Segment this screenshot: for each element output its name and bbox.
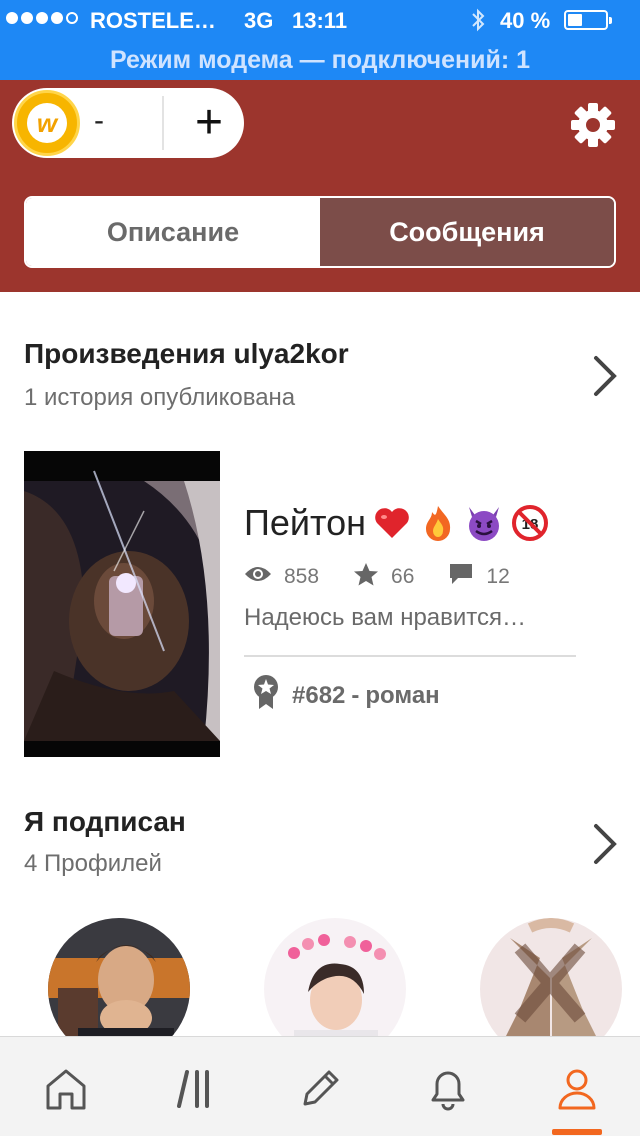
ranking-badge-icon	[252, 674, 280, 717]
story-title-row[interactable]: Пейтон 18	[244, 502, 550, 544]
smiling-imp-icon	[464, 503, 504, 543]
profile-tabs: Описание Сообщения	[24, 196, 616, 268]
story-divider	[244, 655, 576, 657]
coins-pill[interactable]: w - +	[12, 88, 244, 158]
home-icon[interactable]	[38, 1061, 94, 1117]
hotspot-banner[interactable]: Режим модема — подключений: 1	[0, 40, 640, 80]
battery-percent: 40 %	[500, 8, 551, 33]
votes-stat: 66	[353, 562, 414, 592]
pill-divider	[162, 96, 164, 150]
comment-icon	[448, 562, 486, 592]
no-under-eighteen-icon: 18	[510, 503, 550, 543]
tab-messages[interactable]: Сообщения	[320, 198, 614, 266]
rank-genre: роман	[365, 681, 440, 709]
coin-count: -	[94, 104, 104, 137]
pencil-icon[interactable]	[292, 1061, 348, 1117]
network-type: 3G	[244, 8, 274, 33]
signal-strength-icon	[6, 12, 78, 24]
chevron-right-icon[interactable]	[590, 820, 620, 868]
comments-stat: 12	[448, 562, 510, 592]
story-description: Надеюсь вам нравится…	[244, 604, 527, 631]
tab-description[interactable]: Описание	[26, 198, 320, 266]
status-time: 13:11	[292, 8, 348, 33]
bluetooth-icon	[470, 8, 486, 38]
rank-separator: -	[351, 681, 360, 709]
carrier-name: ROSTELE…	[90, 8, 216, 33]
story-cover-image[interactable]	[24, 451, 220, 757]
story-rank[interactable]: #682 - роман	[252, 674, 440, 717]
status-bar: ROSTELE… 3G 13:11 40 %	[0, 0, 640, 40]
works-count: 1 история опубликована	[24, 384, 296, 411]
bottom-tab-bar	[0, 1036, 640, 1136]
bell-icon[interactable]	[420, 1061, 476, 1117]
views-count: 858	[284, 565, 320, 588]
story-title: Пейтон	[244, 502, 366, 543]
gear-icon[interactable]	[568, 100, 618, 150]
battery-level-fill	[568, 14, 582, 26]
fire-icon	[418, 503, 458, 543]
comments-count: 12	[486, 565, 510, 588]
star-icon	[353, 562, 391, 592]
red-heart-icon	[372, 503, 412, 543]
story-stats: 858 66 12	[244, 562, 544, 592]
profile-icon[interactable]	[549, 1061, 605, 1117]
following-title[interactable]: Я подписан	[24, 806, 186, 838]
following-count: 4 Профилей	[24, 850, 162, 877]
coin-icon: w	[14, 90, 80, 156]
chevron-right-icon[interactable]	[590, 352, 620, 400]
add-coins-button[interactable]: +	[182, 96, 236, 150]
rank-number: #682	[292, 681, 346, 709]
profile-header: w - + Описание Сообщения	[0, 80, 640, 292]
active-tab-indicator	[552, 1129, 602, 1135]
works-title[interactable]: Произведения ulya2kor	[24, 338, 349, 370]
eye-icon	[244, 564, 284, 590]
votes-count: 66	[391, 565, 415, 588]
battery-icon	[564, 10, 612, 30]
library-icon[interactable]	[168, 1061, 224, 1117]
views-stat: 858	[244, 564, 319, 590]
